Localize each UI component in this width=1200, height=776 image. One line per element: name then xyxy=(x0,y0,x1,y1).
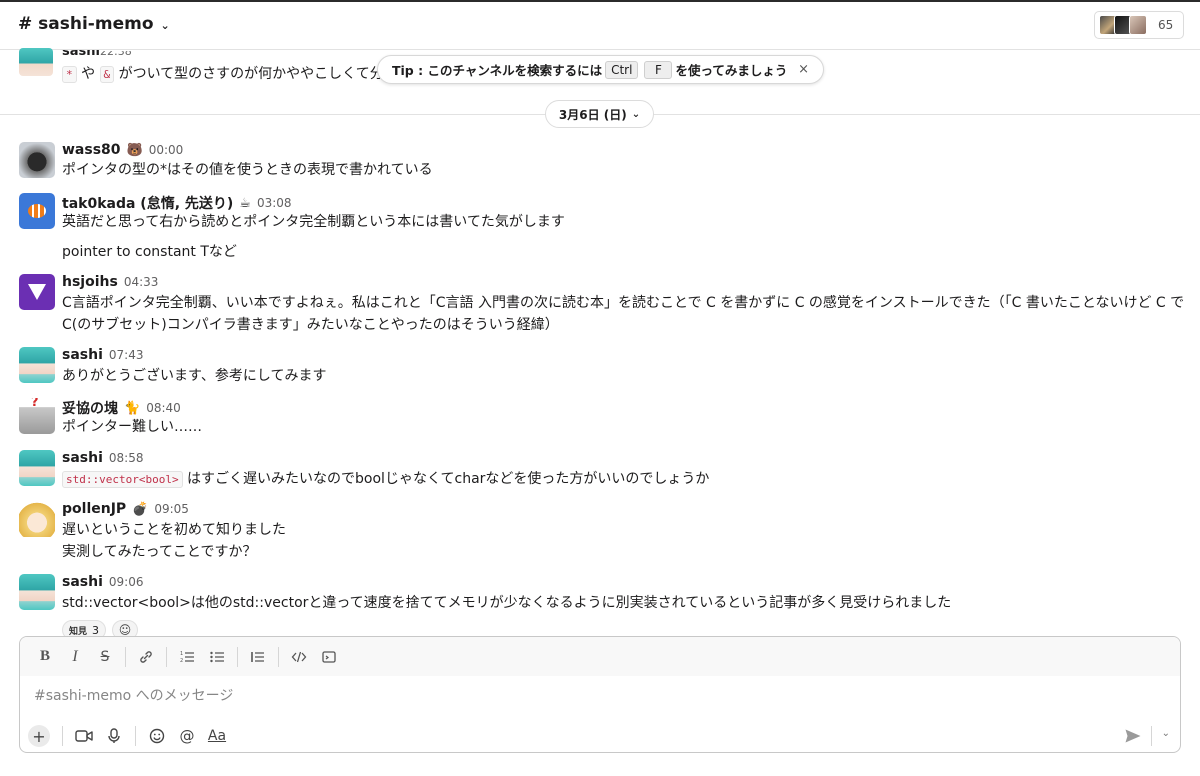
mention-icon[interactable]: @ xyxy=(172,723,202,749)
member-count: 65 xyxy=(1158,18,1174,32)
blockquote-icon[interactable] xyxy=(243,644,273,670)
message-timestamp[interactable]: 08:58 xyxy=(109,451,144,465)
formatting-toggle-label: Aa xyxy=(207,728,227,744)
status-emoji-icon: ☕ xyxy=(239,195,251,211)
message-timestamp[interactable]: 00:00 xyxy=(149,143,184,157)
toolbar-divider xyxy=(62,726,63,746)
message-text: std::vector<bool> はすごく遅いみたいなのでboolじゃなくてc… xyxy=(62,468,709,491)
kbd-f: F xyxy=(644,60,673,79)
avatar[interactable] xyxy=(19,274,55,310)
reaction-emoji-icon: 知見 xyxy=(69,626,88,637)
message-text: C(のサブセット)コンパイラ書きます」みたいなことやったのはそういう経緯） xyxy=(62,317,559,333)
toolbar-divider xyxy=(1151,726,1152,746)
message-author[interactable]: wass80 xyxy=(62,142,121,158)
status-emoji-icon: 💣 xyxy=(132,501,149,517)
tip-text: Tip : このチャンネルを検索するには xyxy=(392,63,603,78)
avatar[interactable] xyxy=(19,142,55,178)
message-timestamp[interactable]: 03:08 xyxy=(257,196,292,210)
tip-text-suffix: を使ってみましょう xyxy=(675,63,788,78)
status-emoji-icon: 🐈 xyxy=(124,400,141,416)
message-timestamp[interactable]: 07:43 xyxy=(109,348,144,362)
message-author[interactable]: sashi xyxy=(62,450,103,466)
emoji-icon[interactable] xyxy=(142,723,172,749)
message-text: ありがとうございます、参考にしてみます xyxy=(62,368,327,384)
composer-actions: + @ Aa xyxy=(20,721,1180,751)
avatar[interactable] xyxy=(19,347,55,383)
message-timestamp[interactable]: 08:40 xyxy=(146,401,181,415)
message-timestamp[interactable]: 22:38 xyxy=(100,51,132,58)
avatar[interactable] xyxy=(19,398,55,434)
avatar[interactable] xyxy=(19,450,55,486)
video-icon[interactable] xyxy=(69,723,99,749)
message-text: pointer to constant Tなど xyxy=(62,244,237,260)
member-list-button[interactable]: 65 xyxy=(1094,11,1184,39)
status-emoji-icon: 🐻 xyxy=(126,142,143,158)
message-author[interactable]: sashi xyxy=(62,347,103,363)
message-text: ポインタの型の*はその値を使うときの表現で書かれている xyxy=(62,162,433,178)
avatar[interactable] xyxy=(19,501,55,537)
message-author[interactable]: pollenJP xyxy=(62,501,126,517)
strikethrough-icon[interactable]: S xyxy=(90,644,120,670)
message-author[interactable]: 妥協の塊 xyxy=(62,398,118,418)
ordered-list-icon[interactable]: 12 xyxy=(172,644,202,670)
message-timestamp[interactable]: 09:05 xyxy=(154,502,189,516)
reaction-count: 3 xyxy=(92,623,100,637)
send-icon[interactable] xyxy=(1120,726,1146,746)
message-author[interactable]: sashi xyxy=(62,50,100,59)
svg-text:1: 1 xyxy=(180,651,183,657)
message-text: std::vector<bool>は他のstd::vectorと違って速度を捨て… xyxy=(62,595,952,611)
search-tip-banner: Tip : このチャンネルを検索するには Ctrl F を使ってみましょう × xyxy=(377,55,824,84)
message-timestamp[interactable]: 09:06 xyxy=(109,575,144,589)
chevron-down-icon: ⌄ xyxy=(160,18,170,32)
message-text: 実測してみたってことですか？ xyxy=(62,544,257,560)
member-avatar xyxy=(1129,15,1147,35)
chevron-down-icon: ⌄ xyxy=(631,108,641,120)
channel-title-button[interactable]: # sashi-memo ⌄ xyxy=(18,14,170,34)
toolbar-divider xyxy=(125,646,126,667)
bold-icon[interactable]: B xyxy=(30,644,60,670)
message-composer: B I S 12 #sashi-memo へのメッセージ + @ Aa ⌄ xyxy=(19,636,1181,753)
message-text: * や & がついて型のさすのが何かややこしくて分... xyxy=(62,63,380,83)
avatar[interactable] xyxy=(19,193,55,229)
code-icon[interactable] xyxy=(284,644,314,670)
message-text: 遅いということを初めて知りました xyxy=(62,522,286,538)
message-input[interactable]: #sashi-memo へのメッセージ xyxy=(34,685,233,705)
bulleted-list-icon[interactable] xyxy=(202,644,232,670)
message-author[interactable]: tak0kada (怠惰, 先送り) xyxy=(62,193,233,213)
close-icon[interactable]: × xyxy=(798,62,809,77)
inline-code: std::vector<bool> xyxy=(62,471,183,488)
avatar[interactable] xyxy=(19,48,53,76)
chevron-down-icon[interactable]: ⌄ xyxy=(1162,728,1170,739)
toolbar-divider xyxy=(237,646,238,667)
kbd-ctrl: Ctrl xyxy=(605,60,639,79)
formatting-toggle-button[interactable]: Aa xyxy=(202,723,232,749)
channel-title: # sashi-memo xyxy=(18,14,154,34)
message-text: 英語だと思って右から読めとポインタ完全制覇という本には書いてた気がします xyxy=(62,214,565,230)
plus-icon[interactable]: + xyxy=(28,725,50,747)
avatar[interactable] xyxy=(19,574,55,610)
message-author[interactable]: hsjoihs xyxy=(62,274,118,290)
message-text-fragment: や xyxy=(76,66,100,82)
toolbar-divider xyxy=(278,646,279,667)
formatting-toolbar: B I S 12 xyxy=(20,637,1180,676)
message-text-fragment: がついて型のさすのが何かややこしくて分... xyxy=(114,66,380,82)
date-jump-button[interactable]: 3月6日 (日) ⌄ xyxy=(545,100,654,128)
message-text: ポインター難しい…… xyxy=(62,419,202,435)
message-text-fragment: はすごく遅いみたいなのでboolじゃなくてcharなどを使った方がいいのでしょう… xyxy=(182,471,710,487)
microphone-icon[interactable] xyxy=(99,723,129,749)
svg-text:2: 2 xyxy=(180,658,183,664)
link-icon[interactable] xyxy=(131,644,161,670)
inline-code: & xyxy=(99,66,115,83)
code-block-icon[interactable] xyxy=(314,644,344,670)
date-label: 3月6日 (日) xyxy=(558,107,627,122)
inline-code: * xyxy=(62,66,77,83)
message-text: C言語ポインタ完全制覇、いい本ですよねぇ。私はこれと「C言語 入門書の次に読む本… xyxy=(62,295,1185,311)
italic-icon[interactable]: I xyxy=(60,644,90,670)
message-author[interactable]: sashi xyxy=(62,574,103,590)
toolbar-divider xyxy=(166,646,167,667)
message-timestamp[interactable]: 04:33 xyxy=(124,275,159,289)
toolbar-divider xyxy=(135,726,136,746)
